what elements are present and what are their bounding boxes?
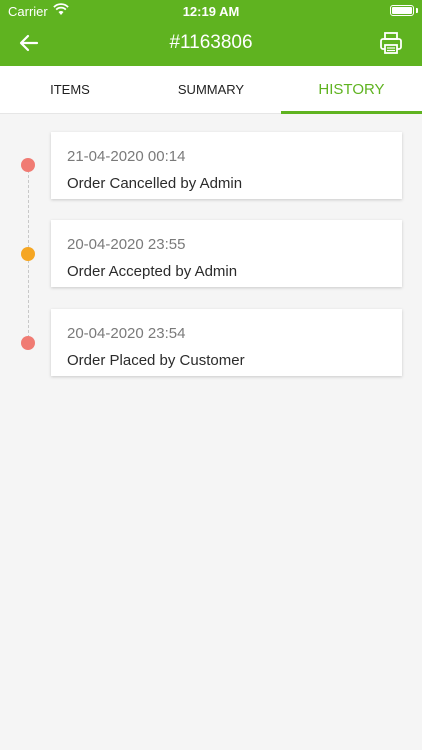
history-message: Order Cancelled by Admin <box>67 175 243 192</box>
print-button[interactable] <box>378 30 404 56</box>
timeline-dot <box>21 336 35 350</box>
status-bar: Carrier 12:19 AM <box>0 0 422 22</box>
history-date: 20-04-2020 23:55 <box>67 236 186 253</box>
tab-bar: ITEMS SUMMARY HISTORY <box>0 66 422 114</box>
history-date: 20-04-2020 23:54 <box>67 325 186 342</box>
tab-items[interactable]: ITEMS <box>0 66 140 114</box>
printer-icon <box>380 32 402 54</box>
timeline-dot <box>21 247 35 261</box>
history-card: 20-04-2020 23:54 Order Placed by Custome… <box>51 309 402 376</box>
history-message: Order Placed by Customer <box>67 352 245 369</box>
active-tab-indicator <box>281 111 422 114</box>
tab-summary[interactable]: SUMMARY <box>141 66 281 114</box>
status-time: 12:19 AM <box>182 4 240 19</box>
history-card: 20-04-2020 23:55 Order Accepted by Admin <box>51 220 402 287</box>
battery-tip <box>416 8 418 13</box>
tab-history[interactable]: HISTORY <box>281 66 422 114</box>
app-header: Carrier 12:19 AM #1163806 <box>0 0 422 66</box>
history-message: Order Accepted by Admin <box>67 263 238 280</box>
history-card: 21-04-2020 00:14 Order Cancelled by Admi… <box>51 132 402 199</box>
order-number-title: #1163806 <box>169 32 253 53</box>
timeline-dot <box>21 158 35 172</box>
history-date: 21-04-2020 00:14 <box>67 148 186 165</box>
battery-icon <box>390 5 414 16</box>
